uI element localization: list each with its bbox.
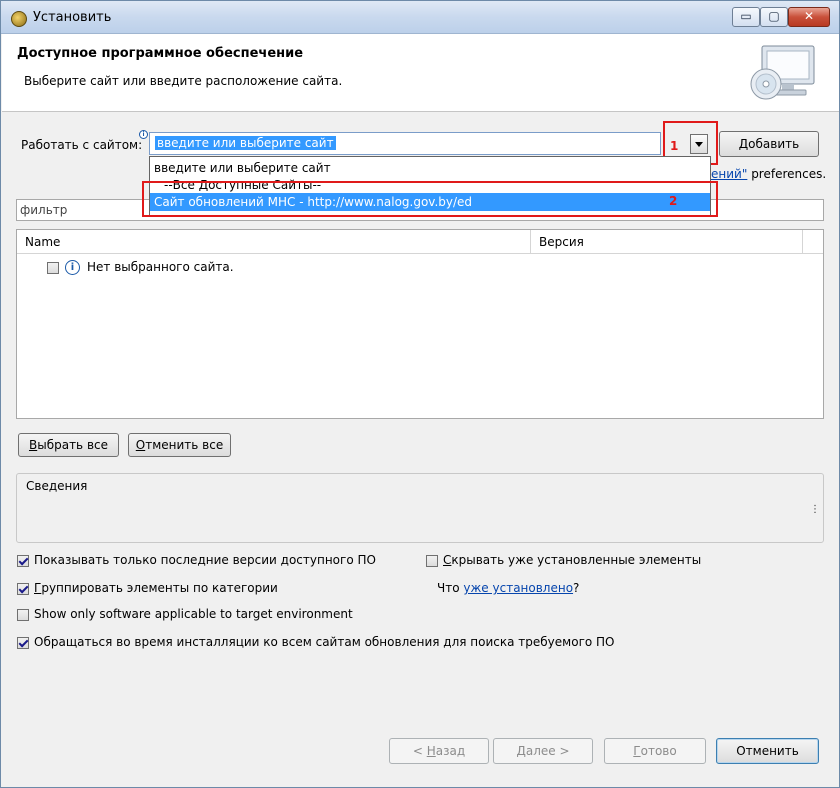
finish-button[interactable]: Готово (604, 738, 706, 764)
annotation-box-site (142, 181, 718, 217)
install-monitor-cd-icon (750, 45, 815, 100)
group-category-checkbox[interactable] (17, 583, 29, 595)
annotation-number-1: 1 (670, 139, 679, 153)
cancel-button[interactable]: Отменить (716, 738, 819, 764)
preferences-hint: ений" preferences. (711, 167, 826, 181)
group-category-label[interactable]: Группировать элементы по категории (34, 581, 278, 595)
back-button[interactable]: < Назад (389, 738, 489, 764)
contact-all-sites-checkbox[interactable] (17, 637, 29, 649)
page-title: Доступное программное обеспечение (17, 46, 304, 61)
maximize-icon: ▢ (768, 9, 780, 23)
preferences-text: preferences. (751, 167, 827, 181)
column-header-name[interactable]: Name (17, 230, 531, 254)
minimize-icon: ▭ (740, 9, 752, 23)
close-icon: ✕ (803, 9, 815, 23)
minimize-button[interactable]: ▭ (732, 7, 760, 27)
details-group: Сведения ⋮ (16, 473, 824, 543)
site-combo-value[interactable]: введите или выберите сайт (155, 136, 336, 150)
deselect-all-button[interactable]: Отменить все (128, 433, 231, 457)
column-header-spacer (803, 230, 823, 254)
scroll-icon[interactable]: ⋮ (810, 504, 820, 515)
show-latest-label[interactable]: Показывать только последние версии досту… (34, 553, 376, 567)
eclipse-app-icon (11, 11, 27, 27)
site-combo-input[interactable]: введите или выберите сайт (149, 132, 661, 155)
page-subtitle: Выберите сайт или введите расположение с… (24, 74, 343, 88)
software-tree[interactable]: Name Версия i Нет выбранного сайта. (16, 229, 824, 419)
what-installed-text: Что уже установлено? (437, 581, 580, 595)
info-icon: i (65, 260, 80, 275)
filter-placeholder: фильтр (20, 203, 68, 217)
annotation-number-2: 2 (669, 194, 678, 208)
title-bar: Установить ▭ ▢ ✕ (1, 1, 839, 34)
contact-all-sites-label[interactable]: Обращаться во время инсталляции ко всем … (34, 635, 615, 649)
window-title: Установить (33, 10, 112, 25)
maximize-button[interactable]: ▢ (760, 7, 788, 27)
hide-installed-checkbox[interactable] (426, 555, 438, 567)
work-with-site-label: Работать с сайтом: (21, 138, 143, 152)
details-title: Сведения (26, 479, 88, 493)
target-env-label[interactable]: Show only software applicable to target … (34, 607, 353, 621)
already-installed-link[interactable]: уже установлено (463, 581, 573, 595)
hide-installed-label[interactable]: Скрывать уже установленные элементы (443, 553, 701, 567)
column-header-version[interactable]: Версия (531, 230, 803, 254)
next-button[interactable]: Далее > (493, 738, 593, 764)
show-latest-checkbox[interactable] (17, 555, 29, 567)
target-env-checkbox[interactable] (17, 609, 29, 621)
select-all-button[interactable]: Выбрать все (18, 433, 119, 457)
available-sites-link[interactable]: ений" (711, 167, 747, 181)
wizard-header: Доступное программное обеспечение Выбери… (2, 34, 839, 112)
hint-info-icon: i (139, 130, 148, 139)
install-dialog: Установить ▭ ▢ ✕ Доступное программное о… (0, 0, 840, 788)
close-button[interactable]: ✕ (788, 7, 830, 27)
row-checkbox[interactable] (47, 262, 59, 274)
add-site-button[interactable]: Добавить (719, 131, 819, 157)
dropdown-item[interactable]: введите или выберите сайт (150, 159, 710, 177)
row-label: Нет выбранного сайта. (87, 260, 234, 274)
